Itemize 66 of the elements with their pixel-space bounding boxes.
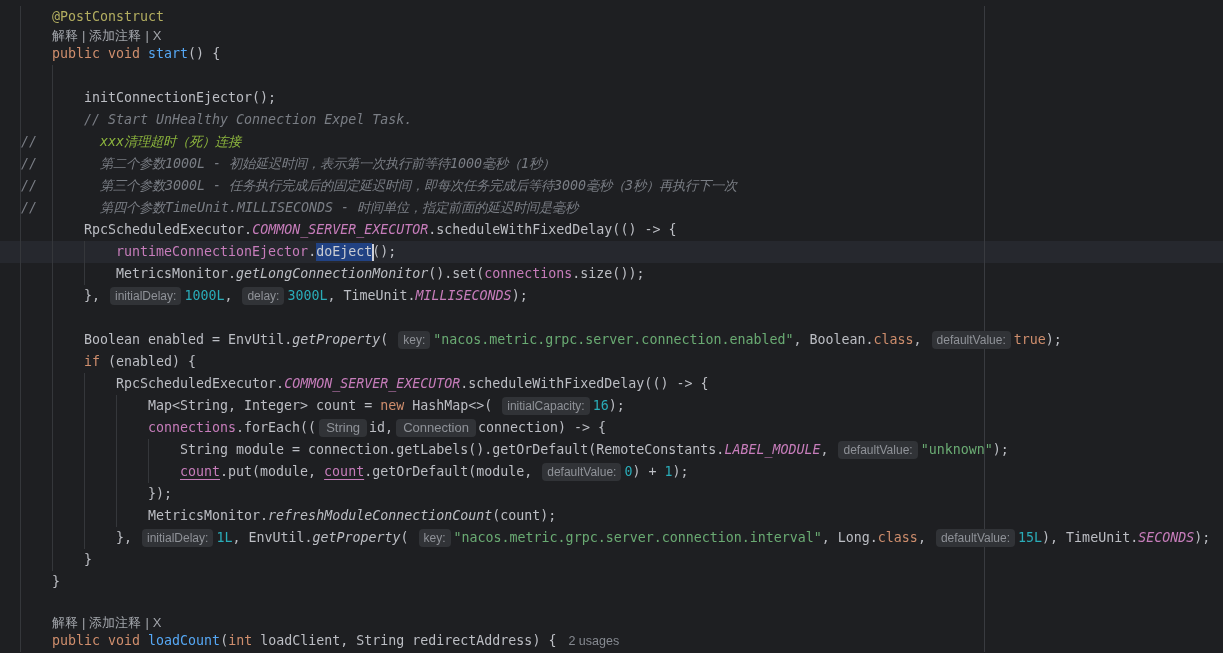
code-text: }); [148,485,173,503]
code-vision-link[interactable]: 添加注释 [89,28,142,43]
usages-link[interactable]: 2 usages [568,634,620,648]
parameter-hint: initialDelay: [110,287,182,305]
code-text: "nacos.metric.grpc.server.connection.interval", Long.class, [453,529,926,547]
code-text: "nacos.metric.grpc.server.connection.enabled", Boolean.class, [433,331,922,349]
comment-marker: // [21,199,37,217]
code-text: connections.forEach(( [148,419,317,437]
code-text: }, [84,287,100,305]
code-comment: // Start UnHealthy Connection Expel Task. [84,111,413,129]
code-text: } [52,573,60,591]
code-text: runtimeConnectionEjector. [116,243,317,261]
code-vision-link[interactable]: 添加注释 [89,615,142,630]
code-text: RpcScheduledExecutor.COMMON_SERVER_EXECUTOR.scheduleWithFixedDelay(() -> { [84,221,677,240]
code-text: (); [372,243,397,261]
code-text: public void start() { [52,45,221,63]
type-hint: String [319,419,368,437]
parameter-hint: delay: [242,287,285,305]
code-text: 1000L, [184,287,233,305]
code-text: MetricsMonitor.refreshModuleConnectionCount(count); [148,507,557,525]
todo-comment: xxx清理超时（死）连接 [100,133,242,151]
parameter-hint: initialCapacity: [502,397,590,415]
type-hint: Connection [396,419,476,437]
code-comment: 第二个参数1000L - 初始延迟时间，表示第一次执行前等待1000毫秒（1秒） [100,155,556,173]
code-text: id, [369,419,394,437]
comment-marker: // [21,177,37,195]
code-vision-link[interactable]: 解释 [52,615,78,630]
code-text: if (enabled) { [84,353,197,371]
code-text: String module = connection.getLabels().getOrDefault(RemoteConstants.LABEL_MODULE, [180,441,829,460]
code-text: RpcScheduledExecutor.COMMON_SERVER_EXECUTOR.scheduleWithFixedDelay(() -> { [116,375,709,394]
code-text: 3000L, TimeUnit.MILLISECONDS); [287,287,528,305]
code-text: Boolean enabled = EnvUtil.getProperty( [84,331,389,349]
link-separator: | [82,615,86,630]
parameter-hint: key: [418,529,451,547]
code-text: "unknown"); [920,441,1009,459]
link-separator: | [145,28,149,43]
selected-text: doEject [316,243,373,261]
code-text: connection) -> { [477,419,606,437]
parameter-hint: key: [398,331,431,349]
comment-marker: // [21,133,37,151]
code-text: public void loadCount(int loadClient, String redirectAddress) { [52,632,557,650]
code-text: MetricsMonitor.getLongConnectionMonitor().set(connections.size()); [116,265,645,283]
code-text: }, [116,529,132,547]
comment-marker: // [21,155,37,173]
parameter-hint: defaultValue: [935,529,1016,547]
code-comment: 第三个参数3000L - 任务执行完成后的固定延迟时间，即每次任务完成后等待3000毫秒（3秒）再执行下一次 [100,177,738,195]
link-separator: | [145,615,149,630]
code-text: 1L, EnvUtil.getProperty( [216,529,409,547]
code-vision-link[interactable]: X [152,615,162,630]
code-text: initConnectionEjector(); [84,89,277,107]
parameter-hint: defaultValue: [542,463,622,481]
code-text: } [84,551,92,569]
code-vision-link[interactable]: 解释 [52,28,78,43]
code-text: count.put(module, count.getOrDefault(module, [180,463,533,481]
parameter-hint: initialDelay: [142,529,214,547]
annotation-text: @PostConstruct [52,8,165,26]
code-text: 15L), TimeUnit.SECONDS); [1018,529,1211,547]
parameter-hint: defaultValue: [931,331,1011,349]
code-text: Map<String, Integer> count = new HashMap<>( [148,397,493,415]
link-separator: | [82,28,86,43]
code-text: 16); [592,397,625,415]
code-comment: 第四个参数TimeUnit.MILLISECONDS - 时间单位，指定前面的延迟时间是毫秒 [100,199,579,217]
code-vision-link[interactable]: X [152,28,162,43]
parameter-hint: defaultValue: [838,441,918,459]
code-text: 0) + 1); [624,463,689,481]
code-text: true); [1013,331,1062,349]
